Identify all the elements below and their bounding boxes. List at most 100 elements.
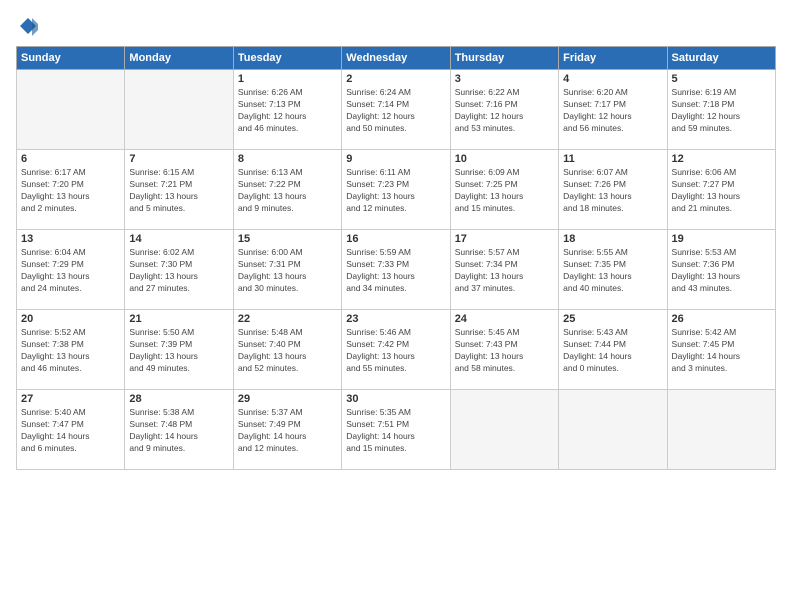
calendar-cell: [125, 70, 233, 150]
day-number: 5: [672, 73, 771, 85]
day-number: 10: [455, 153, 554, 165]
day-number: 14: [129, 233, 228, 245]
calendar-cell: 30 Sunrise: 5:35 AM Sunset: 7:51 PM Dayli…: [342, 390, 450, 470]
day-number: 20: [21, 313, 120, 325]
calendar-cell: 15Sunrise: 6:00 AM Sunset: 7:31 PM Dayli…: [233, 230, 341, 310]
day-info: Sunrise: 6:26 AM Sunset: 7:13 PM Dayligh…: [238, 87, 337, 135]
day-number: 13: [21, 233, 120, 245]
calendar-cell: [17, 70, 125, 150]
calendar-cell: 21 Sunrise: 5:50 AM Sunset: 7:39 PM Dayli…: [125, 310, 233, 390]
day-info: Sunrise: 5:42 AM Sunset: 7:45 PM Dayligh…: [672, 327, 771, 375]
day-info: Sunrise: 6:04 AM Sunset: 7:29 PM Dayligh…: [21, 247, 120, 295]
calendar-cell: 18 Sunrise: 5:55 AM Sunset: 7:35 PM Dayli…: [559, 230, 667, 310]
calendar-cell: 24 Sunrise: 5:45 AM Sunset: 7:43 PM Dayli…: [450, 310, 558, 390]
day-info: Sunrise: 6:24 AM Sunset: 7:14 PM Dayligh…: [346, 87, 445, 135]
calendar-cell: 14Sunrise: 6:02 AM Sunset: 7:30 PM Dayli…: [125, 230, 233, 310]
calendar-cell: [559, 390, 667, 470]
calendar-header-monday: Monday: [125, 47, 233, 70]
calendar-cell: [667, 390, 775, 470]
calendar-cell: 17 Sunrise: 5:57 AM Sunset: 7:34 PM Dayli…: [450, 230, 558, 310]
calendar-cell: 1 Sunrise: 6:26 AM Sunset: 7:13 PM Daylig…: [233, 70, 341, 150]
day-info: Sunrise: 5:45 AM Sunset: 7:43 PM Dayligh…: [455, 327, 554, 375]
day-number: 11: [563, 153, 662, 165]
day-number: 2: [346, 73, 445, 85]
day-number: 26: [672, 313, 771, 325]
calendar-header-friday: Friday: [559, 47, 667, 70]
calendar-week-3: 13 Sunrise: 6:04 AM Sunset: 7:29 PM Dayli…: [17, 230, 776, 310]
day-number: 15: [238, 233, 337, 245]
calendar-cell: 11 Sunrise: 6:07 AM Sunset: 7:26 PM Dayli…: [559, 150, 667, 230]
calendar-cell: 8 Sunrise: 6:13 AM Sunset: 7:22 PM Daylig…: [233, 150, 341, 230]
day-number: 27: [21, 393, 120, 405]
day-number: 29: [238, 393, 337, 405]
calendar-cell: 3Sunrise: 6:22 AM Sunset: 7:16 PM Daylig…: [450, 70, 558, 150]
calendar-header-tuesday: Tuesday: [233, 47, 341, 70]
calendar-cell: 19Sunrise: 5:53 AM Sunset: 7:36 PM Dayli…: [667, 230, 775, 310]
day-number: 4: [563, 73, 662, 85]
calendar-cell: 13 Sunrise: 6:04 AM Sunset: 7:29 PM Dayli…: [17, 230, 125, 310]
day-number: 12: [672, 153, 771, 165]
day-info: Sunrise: 5:48 AM Sunset: 7:40 PM Dayligh…: [238, 327, 337, 375]
day-info: Sunrise: 5:35 AM Sunset: 7:51 PM Dayligh…: [346, 407, 445, 455]
calendar-cell: 7Sunrise: 6:15 AM Sunset: 7:21 PM Daylig…: [125, 150, 233, 230]
day-info: Sunrise: 5:46 AM Sunset: 7:42 PM Dayligh…: [346, 327, 445, 375]
day-number: 8: [238, 153, 337, 165]
calendar-week-1: 1 Sunrise: 6:26 AM Sunset: 7:13 PM Daylig…: [17, 70, 776, 150]
calendar-header-thursday: Thursday: [450, 47, 558, 70]
day-number: 30: [346, 393, 445, 405]
logo-text: [16, 16, 38, 36]
calendar-cell: 22 Sunrise: 5:48 AM Sunset: 7:40 PM Dayli…: [233, 310, 341, 390]
calendar-table: SundayMondayTuesdayWednesdayThursdayFrid…: [16, 46, 776, 470]
day-number: 3: [455, 73, 554, 85]
day-info: Sunrise: 6:20 AM Sunset: 7:17 PM Dayligh…: [563, 87, 662, 135]
day-number: 9: [346, 153, 445, 165]
calendar-cell: 6 Sunrise: 6:17 AM Sunset: 7:20 PM Daylig…: [17, 150, 125, 230]
day-number: 18: [563, 233, 662, 245]
calendar-cell: 28Sunrise: 5:38 AM Sunset: 7:48 PM Dayli…: [125, 390, 233, 470]
day-info: Sunrise: 5:59 AM Sunset: 7:33 PM Dayligh…: [346, 247, 445, 295]
calendar-cell: 4 Sunrise: 6:20 AM Sunset: 7:17 PM Daylig…: [559, 70, 667, 150]
day-number: 7: [129, 153, 228, 165]
calendar-cell: 26 Sunrise: 5:42 AM Sunset: 7:45 PM Dayli…: [667, 310, 775, 390]
day-number: 22: [238, 313, 337, 325]
calendar-cell: 29 Sunrise: 5:37 AM Sunset: 7:49 PM Dayli…: [233, 390, 341, 470]
calendar-cell: 23Sunrise: 5:46 AM Sunset: 7:42 PM Dayli…: [342, 310, 450, 390]
day-info: Sunrise: 6:19 AM Sunset: 7:18 PM Dayligh…: [672, 87, 771, 135]
day-info: Sunrise: 6:06 AM Sunset: 7:27 PM Dayligh…: [672, 167, 771, 215]
day-number: 21: [129, 313, 228, 325]
header: [16, 16, 776, 36]
calendar-cell: 5 Sunrise: 6:19 AM Sunset: 7:18 PM Daylig…: [667, 70, 775, 150]
day-number: 16: [346, 233, 445, 245]
day-info: Sunrise: 5:43 AM Sunset: 7:44 PM Dayligh…: [563, 327, 662, 375]
day-info: Sunrise: 6:11 AM Sunset: 7:23 PM Dayligh…: [346, 167, 445, 215]
day-info: Sunrise: 5:57 AM Sunset: 7:34 PM Dayligh…: [455, 247, 554, 295]
day-info: Sunrise: 5:53 AM Sunset: 7:36 PM Dayligh…: [672, 247, 771, 295]
day-number: 25: [563, 313, 662, 325]
day-number: 1: [238, 73, 337, 85]
calendar-cell: 20Sunrise: 5:52 AM Sunset: 7:38 PM Dayli…: [17, 310, 125, 390]
day-number: 17: [455, 233, 554, 245]
calendar-header-row: SundayMondayTuesdayWednesdayThursdayFrid…: [17, 47, 776, 70]
logo-icon: [18, 16, 38, 36]
day-info: Sunrise: 5:50 AM Sunset: 7:39 PM Dayligh…: [129, 327, 228, 375]
calendar-cell: 12 Sunrise: 6:06 AM Sunset: 7:27 PM Dayli…: [667, 150, 775, 230]
calendar-cell: 25 Sunrise: 5:43 AM Sunset: 7:44 PM Dayli…: [559, 310, 667, 390]
day-info: Sunrise: 6:07 AM Sunset: 7:26 PM Dayligh…: [563, 167, 662, 215]
day-info: Sunrise: 5:55 AM Sunset: 7:35 PM Dayligh…: [563, 247, 662, 295]
calendar-week-5: 27 Sunrise: 5:40 AM Sunset: 7:47 PM Dayli…: [17, 390, 776, 470]
calendar-header-saturday: Saturday: [667, 47, 775, 70]
calendar-cell: 2 Sunrise: 6:24 AM Sunset: 7:14 PM Daylig…: [342, 70, 450, 150]
day-info: Sunrise: 6:13 AM Sunset: 7:22 PM Dayligh…: [238, 167, 337, 215]
day-info: Sunrise: 5:40 AM Sunset: 7:47 PM Dayligh…: [21, 407, 120, 455]
logo: [16, 16, 38, 36]
day-number: 24: [455, 313, 554, 325]
day-info: Sunrise: 6:17 AM Sunset: 7:20 PM Dayligh…: [21, 167, 120, 215]
day-info: Sunrise: 5:37 AM Sunset: 7:49 PM Dayligh…: [238, 407, 337, 455]
day-number: 28: [129, 393, 228, 405]
calendar-header-wednesday: Wednesday: [342, 47, 450, 70]
calendar-header-sunday: Sunday: [17, 47, 125, 70]
calendar-week-4: 20Sunrise: 5:52 AM Sunset: 7:38 PM Dayli…: [17, 310, 776, 390]
calendar-cell: 27 Sunrise: 5:40 AM Sunset: 7:47 PM Dayli…: [17, 390, 125, 470]
day-number: 6: [21, 153, 120, 165]
day-info: Sunrise: 6:09 AM Sunset: 7:25 PM Dayligh…: [455, 167, 554, 215]
